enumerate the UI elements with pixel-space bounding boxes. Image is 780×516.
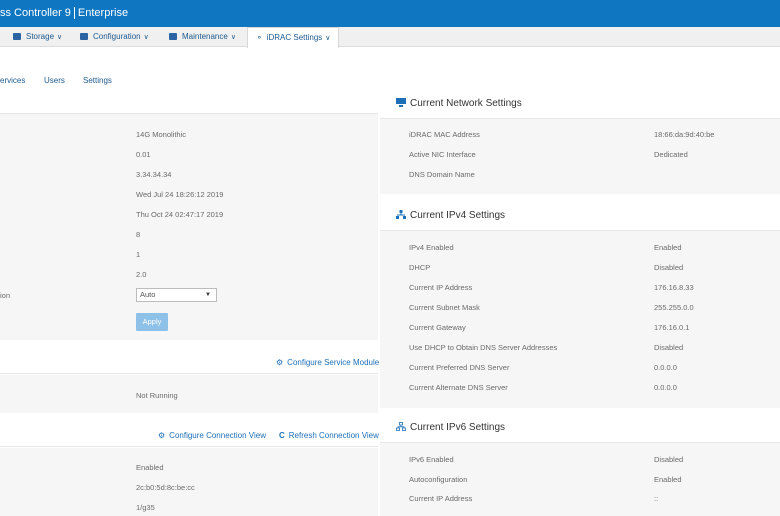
- ipv4-label: Current IP Address: [409, 283, 473, 292]
- ipv4-value: Enabled: [654, 243, 682, 252]
- mode-select-value: Auto: [140, 290, 156, 299]
- ipv6-value: Enabled: [654, 475, 682, 484]
- ipv4-value: 255.255.0.0: [654, 303, 694, 312]
- ipv4-label: DHCP: [409, 263, 431, 272]
- app-title-product: ss Controller 9: [0, 7, 71, 19]
- ipv4-label: IPv4 Enabled: [409, 243, 454, 252]
- configuration-icon: [80, 33, 88, 40]
- overview-value: Wed Jul 24 18:26:12 2019: [136, 190, 224, 199]
- nav-idrac-settings[interactable]: ⚬ iDRAC Settings ∨: [247, 27, 340, 48]
- service-module-status: Not Running: [136, 391, 178, 400]
- storage-icon: [13, 33, 21, 40]
- network-settings-title: Current Network Settings: [396, 98, 522, 109]
- ipv4-value: 176.16.8.33: [654, 283, 694, 292]
- ipv4-label: Current Subnet Mask: [409, 303, 480, 312]
- overview-value: 14G Monolithic: [136, 130, 187, 139]
- dropdown-caret-icon: ▼: [205, 292, 211, 298]
- nav-maintenance[interactable]: Maintenance ∨: [169, 27, 236, 47]
- network-label: DNS Domain Name: [409, 170, 475, 179]
- tab-services[interactable]: ervices: [0, 76, 25, 85]
- connection-view-value: 2c:b0:5d:8c:be:cc: [136, 483, 195, 492]
- ipv4-settings-title: Current IPv4 Settings: [396, 210, 505, 221]
- overview-value: 3.34.34.34: [136, 170, 172, 179]
- main-nav: Storage ∨ Configuration ∨ Maintenance ∨ ⚬ iD…: [0, 27, 780, 48]
- ipv6-settings-title-text: Current IPv6 Settings: [410, 422, 506, 433]
- nav-storage[interactable]: Storage ∨: [13, 27, 62, 47]
- ipv6-settings-title: Current IPv6 Settings: [396, 422, 505, 433]
- ipv6-label: Current IP Address: [409, 494, 473, 503]
- app-title: ss Controller 9 Enterprise: [0, 0, 128, 27]
- network-topology-icon: [396, 210, 406, 219]
- ipv4-value: 176.16.0.1: [654, 323, 690, 332]
- overview-value: 8: [136, 230, 141, 239]
- ipv6-value: ::: [654, 494, 659, 503]
- apply-button[interactable]: Apply: [136, 313, 168, 331]
- chevron-down-icon: ∨: [57, 34, 63, 41]
- nav-configuration[interactable]: Configuration ∨: [80, 27, 149, 47]
- network-settings-title-text: Current Network Settings: [410, 98, 522, 109]
- nav-configuration-label: Configuration: [93, 32, 141, 41]
- overview-value: 1: [136, 250, 141, 259]
- network-value: 18:66:da:9d:40:be: [654, 130, 715, 139]
- connection-view-panel-body: [0, 448, 378, 516]
- title-divider: [73, 7, 75, 20]
- ipv4-settings-body: [380, 230, 780, 408]
- overview-value: Thu Oct 24 02:47:17 2019: [136, 210, 224, 219]
- nav-idrac-settings-label: iDRAC Settings: [266, 33, 323, 42]
- overview-panel-body: [0, 114, 378, 340]
- network-label: Active NIC Interface: [409, 150, 476, 159]
- network-label: iDRAC MAC Address: [409, 130, 480, 139]
- chevron-down-icon: ∨: [230, 34, 236, 41]
- ipv6-label: Autoconfiguration: [409, 475, 468, 484]
- nav-storage-label: Storage: [26, 32, 55, 41]
- ipv4-value: 0.0.0.0: [654, 363, 677, 372]
- connection-view-value: 1/g35: [136, 503, 155, 512]
- configure-service-module-link[interactable]: ⚙ Configure Service Module: [276, 358, 379, 367]
- ipv4-settings-title-text: Current IPv4 Settings: [410, 210, 506, 221]
- maintenance-icon: [169, 33, 177, 40]
- overview-panel-header: [0, 98, 378, 114]
- ipv4-label: Use DHCP to Obtain DNS Server Addresses: [409, 343, 558, 352]
- configure-connection-view-link[interactable]: ⚙ Configure Connection View: [158, 431, 266, 440]
- refresh-connection-view-label: Refresh Connection View: [288, 431, 379, 440]
- overview-value: 0.01: [136, 150, 151, 159]
- ipv4-label: Current Alternate DNS Server: [409, 383, 508, 392]
- ipv4-label: Current Preferred DNS Server: [409, 363, 510, 372]
- nav-maintenance-label: Maintenance: [182, 32, 228, 41]
- idrac-settings-icon: ⚬: [256, 33, 263, 42]
- select-field-label: ion: [0, 291, 11, 300]
- overview-value: 2.0: [136, 270, 147, 279]
- network-topology-icon: [396, 422, 406, 431]
- ipv4-value: 0.0.0.0: [654, 383, 677, 392]
- mode-select[interactable]: Auto ▼: [136, 288, 217, 302]
- ipv6-value: Disabled: [654, 455, 684, 464]
- tab-settings[interactable]: Settings: [83, 76, 112, 85]
- ipv4-value: Disabled: [654, 343, 684, 352]
- configure-connection-view-label: Configure Connection View: [169, 431, 266, 440]
- service-module-panel-body: [0, 375, 378, 413]
- monitor-icon: [396, 98, 406, 107]
- refresh-icon: C: [279, 431, 285, 440]
- app-title-license: Enterprise: [77, 7, 129, 19]
- configure-icon: ⚙: [158, 431, 166, 440]
- app-header: ss Controller 9 Enterprise: [0, 0, 780, 27]
- configure-icon: ⚙: [276, 358, 284, 367]
- configure-service-module-label: Configure Service Module: [287, 358, 380, 367]
- ipv6-label: IPv6 Enabled: [409, 455, 454, 464]
- chevron-down-icon: ∨: [325, 35, 331, 42]
- ipv4-label: Current Gateway: [409, 323, 466, 332]
- tab-users[interactable]: Users: [44, 76, 65, 85]
- network-value: Dedicated: [654, 150, 688, 159]
- connection-view-value: Enabled: [136, 463, 164, 472]
- ipv4-value: Disabled: [654, 263, 684, 272]
- refresh-connection-view-link[interactable]: C Refresh Connection View: [279, 431, 379, 440]
- chevron-down-icon: ∨: [143, 34, 149, 41]
